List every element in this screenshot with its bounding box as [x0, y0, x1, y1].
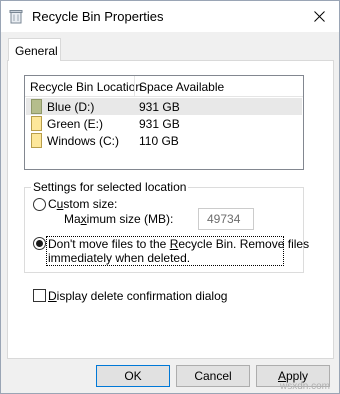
column-header-space[interactable]: Space Available: [139, 80, 224, 94]
custom-size-label[interactable]: Custom size:: [48, 197, 117, 211]
location-name: Windows (C:): [47, 134, 120, 148]
space-available: 931 GB: [139, 117, 180, 131]
confirm-dialog-label[interactable]: Display delete confirmation dialog: [48, 289, 227, 303]
drive-icon: [31, 116, 42, 131]
watermark-text: wsxdn.com: [280, 381, 331, 392]
max-size-label: Maximum size (MB):: [64, 212, 174, 226]
space-available: 931 GB: [139, 100, 180, 114]
radio-selected-dot: [36, 240, 43, 247]
dont-move-label-line1[interactable]: Don't move files to the Recycle Bin. Rem…: [48, 237, 309, 251]
space-available: 110 GB: [139, 134, 179, 148]
recycle-bin-icon: [9, 10, 23, 24]
dont-move-radio[interactable]: [33, 237, 46, 250]
close-button[interactable]: [299, 1, 339, 32]
tab-general[interactable]: General: [8, 38, 61, 61]
location-name: Blue (D:): [47, 100, 95, 114]
max-size-input[interactable]: 49734: [198, 208, 254, 230]
ok-button[interactable]: OK: [96, 365, 170, 387]
custom-size-radio[interactable]: [33, 198, 46, 211]
confirm-dialog-checkbox[interactable]: [33, 289, 46, 302]
settings-group-label: Settings for selected location: [31, 180, 189, 194]
list-item[interactable]: Green (E:) 931 GB: [26, 115, 302, 132]
drive-icon: [31, 133, 42, 148]
close-icon: [313, 11, 325, 22]
list-item[interactable]: Blue (D:) 931 GB: [26, 98, 302, 115]
list-header: Recycle Bin Location Space Available: [25, 76, 303, 97]
list-item[interactable]: Windows (C:) 110 GB: [26, 132, 302, 149]
cancel-button[interactable]: Cancel: [176, 365, 250, 387]
properties-window: Recycle Bin Properties General Recycle B…: [0, 0, 340, 394]
location-list[interactable]: Recycle Bin Location Space Available Blu…: [24, 75, 304, 170]
window-title: Recycle Bin Properties: [32, 9, 164, 24]
location-name: Green (E:): [47, 117, 104, 131]
drive-icon: [31, 99, 42, 114]
column-separator[interactable]: [134, 76, 135, 97]
title-bar[interactable]: Recycle Bin Properties: [1, 1, 339, 32]
dont-move-label-line2[interactable]: immediately when deleted.: [48, 251, 190, 265]
column-header-location[interactable]: Recycle Bin Location: [30, 80, 142, 94]
